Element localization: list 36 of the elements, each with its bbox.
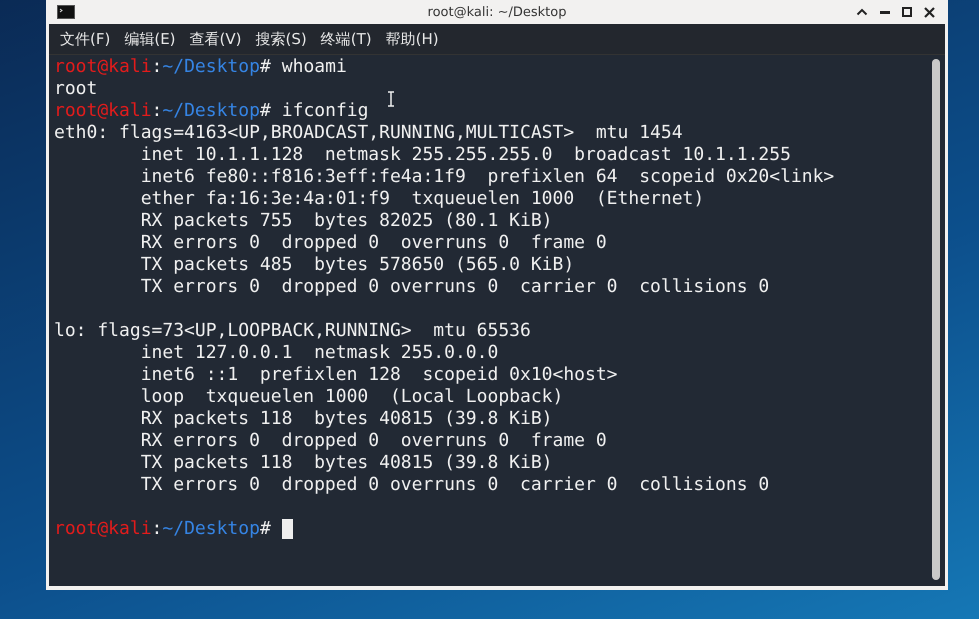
output-line: inet 10.1.1.128 netmask 255.255.255.0 broadcast 10.1.1.255 bbox=[140, 144, 791, 166]
menu-item[interactable]: 查看(V) bbox=[184, 30, 250, 48]
shell-prompt: root@kali:~/Desktop# bbox=[54, 100, 271, 122]
output-line: lo: flags=73<UP,LOOPBACK,RUNNING> mtu 65536 bbox=[54, 320, 531, 342]
output-line: RX errors 0 dropped 0 overruns 0 frame 0 bbox=[140, 430, 607, 452]
output-line: inet 127.0.0.1 netmask 255.0.0.0 bbox=[140, 342, 498, 364]
menu-item[interactable]: 编辑(E) bbox=[118, 30, 184, 48]
output-line: inet6 fe80::f816:3eff:fe4a:1f9 prefixlen 64 scopeid 0x20<link> bbox=[140, 166, 834, 188]
shell-prompt: root@kali:~/Desktop# bbox=[54, 56, 271, 78]
shell-prompt: root@kali:~/Desktop# bbox=[54, 518, 271, 540]
command-text: ifconfig bbox=[282, 100, 368, 122]
menu-item[interactable]: 帮助(H) bbox=[380, 30, 447, 48]
output-line: TX packets 485 bytes 578650 (565.0 KiB) bbox=[140, 254, 574, 276]
chevron-up-icon[interactable] bbox=[856, 8, 868, 16]
output-line: TX errors 0 dropped 0 overruns 0 carrier 0 collisions 0 bbox=[140, 474, 770, 496]
output-line: RX packets 755 bytes 82025 (80.1 KiB) bbox=[140, 210, 552, 232]
output-line: RX errors 0 dropped 0 overruns 0 frame 0 bbox=[140, 232, 607, 254]
minimize-icon[interactable] bbox=[880, 10, 890, 14]
output-line: ether fa:16:3e:4a:01:f9 txqueuelen 1000 (Ethernet) bbox=[140, 188, 704, 210]
output-line: RX packets 118 bytes 40815 (39.8 KiB) bbox=[140, 408, 552, 430]
terminal-icon bbox=[57, 5, 75, 19]
text-cursor-icon bbox=[387, 91, 395, 107]
command-text: whoami bbox=[282, 56, 347, 78]
maximize-icon[interactable] bbox=[902, 7, 912, 17]
close-icon[interactable] bbox=[924, 6, 935, 18]
menu-item[interactable]: 搜索(S) bbox=[250, 30, 315, 48]
output-line: inet6 ::1 prefixlen 128 scopeid 0x10<host> bbox=[140, 364, 618, 386]
output-line: TX errors 0 dropped 0 overruns 0 carrier 0 collisions 0 bbox=[140, 276, 770, 298]
output-line: loop txqueuelen 1000 (Local Loopback) bbox=[140, 386, 564, 408]
output-line: eth0: flags=4163<UP,BROADCAST,RUNNING,MULTICAST> mtu 1454 bbox=[54, 122, 683, 144]
scrollbar[interactable] bbox=[932, 59, 940, 580]
menu-item[interactable]: 终端(T) bbox=[314, 30, 380, 48]
output-line: root bbox=[54, 78, 98, 100]
output-line: TX packets 118 bytes 40815 (39.8 KiB) bbox=[140, 452, 552, 474]
window-title: root@kali: ~/Desktop bbox=[428, 4, 566, 20]
menu-item[interactable]: 文件(F) bbox=[54, 30, 118, 48]
